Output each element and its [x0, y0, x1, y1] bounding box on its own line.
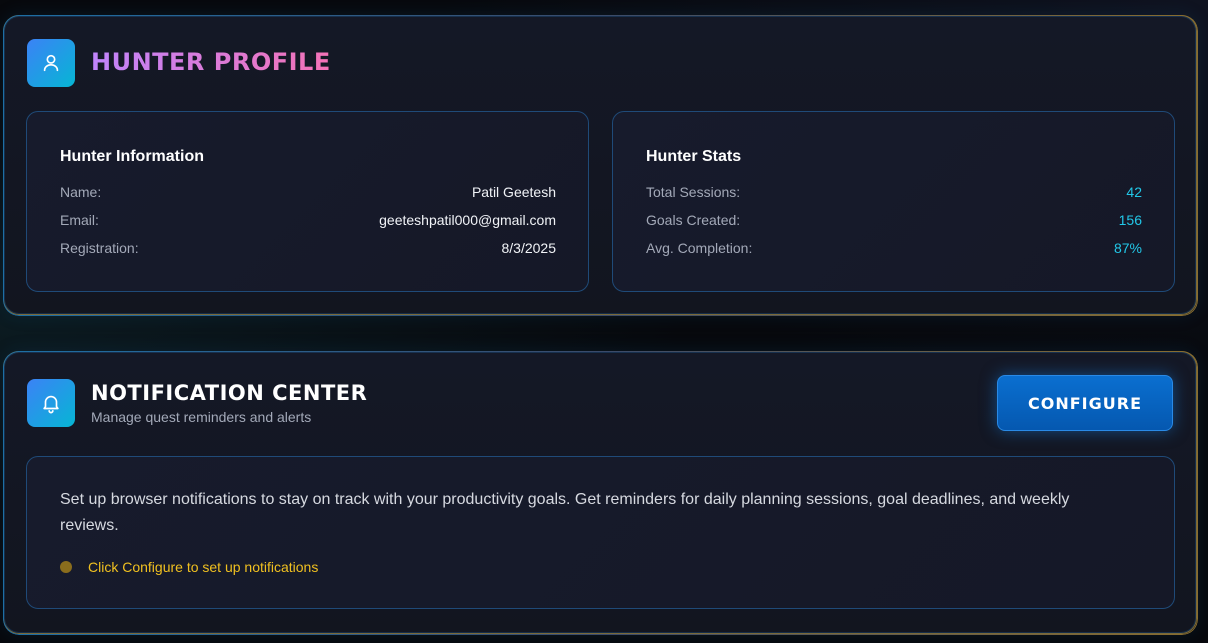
- notification-hint: Click Configure to set up notifications: [60, 557, 318, 577]
- stats-value: 87%: [1113, 240, 1142, 256]
- info-row-registration: Registration: 8/3/2025: [60, 240, 556, 260]
- stats-card-title: Hunter Stats: [646, 148, 742, 165]
- profile-title: HUNTER PROFILE: [91, 48, 331, 76]
- notification-title: NOTIFICATION CENTER: [91, 381, 368, 405]
- hunter-stats-card: Hunter Stats Total Sessions: 42 Goals Cr…: [612, 111, 1175, 292]
- info-label: Name:: [60, 184, 102, 200]
- stats-row-sessions: Total Sessions: 42: [646, 184, 1142, 204]
- notification-info-card: Set up browser notifications to stay on …: [26, 456, 1175, 609]
- hunter-profile-panel: HUNTER PROFILE Hunter Information Name: …: [3, 15, 1197, 315]
- stats-value: 42: [1126, 184, 1142, 200]
- stats-row-goals: Goals Created: 156: [646, 212, 1142, 232]
- info-label: Email:: [60, 212, 99, 228]
- hint-text: Click Configure to set up notifications: [88, 559, 319, 575]
- stats-label: Total Sessions:: [646, 184, 741, 200]
- hunter-information-card: Hunter Information Name: Patil Geetesh E…: [26, 111, 589, 292]
- stats-row-completion: Avg. Completion: 87%: [646, 240, 1142, 260]
- info-row-name: Name: Patil Geetesh: [60, 184, 556, 204]
- info-value: 8/3/2025: [501, 240, 557, 256]
- notification-subtitle: Manage quest reminders and alerts: [91, 409, 312, 425]
- bell-icon: [27, 379, 75, 427]
- info-value: geeteshpatil000@gmail.com: [379, 212, 556, 228]
- stats-label: Goals Created:: [646, 212, 741, 228]
- info-row-email: Email: geeteshpatil000@gmail.com: [60, 212, 556, 232]
- stats-value: 156: [1118, 212, 1142, 228]
- notification-description: Set up browser notifications to stay on …: [60, 491, 1070, 534]
- info-label: Registration:: [60, 240, 139, 256]
- notification-center-panel: NOTIFICATION CENTER Manage quest reminde…: [3, 351, 1197, 634]
- info-value: Patil Geetesh: [471, 184, 556, 200]
- info-card-title: Hunter Information: [60, 148, 204, 165]
- user-icon: [27, 39, 75, 87]
- stats-label: Avg. Completion:: [646, 240, 753, 256]
- status-dot-icon: [60, 561, 72, 573]
- configure-button[interactable]: CONFIGURE: [997, 375, 1173, 431]
